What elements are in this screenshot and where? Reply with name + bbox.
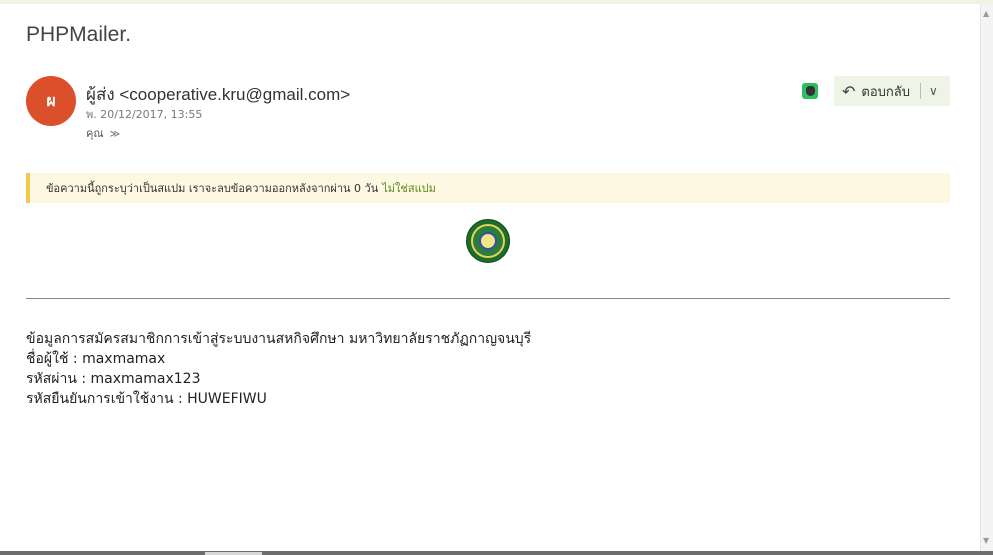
email-date: พ. 20/12/2017, 13:55 [86, 108, 203, 121]
body-line-heading: ข้อมูลการสมัครสมาชิกการเข้าสู่ระบบงานสหก… [26, 331, 532, 347]
university-logo [466, 219, 510, 263]
avatar-initial: ผ [46, 90, 56, 110]
top-strip [0, 0, 993, 4]
scroll-up-icon[interactable]: ▲ [983, 10, 989, 18]
body-line-verification: รหัสยืนยันการเข้าใช้งาน : HUWEFIWU [26, 391, 267, 407]
content-divider [26, 298, 950, 299]
email-subject: PHPMailer. [26, 23, 132, 46]
bottom-taskbar [0, 551, 993, 555]
body-line-username: ชื่อผู้ใช้ : maxmamax [26, 351, 166, 367]
expand-details-icon[interactable]: ≫ [110, 129, 120, 140]
chevron-down-icon[interactable]: ∨ [929, 84, 938, 98]
sender-avatar[interactable]: ผ [26, 76, 76, 126]
body-line-password: รหัสผ่าน : maxmamax123 [26, 371, 201, 387]
reply-button-label[interactable]: ตอบกลับ [861, 81, 910, 102]
recipient-label: คุณ [86, 127, 104, 140]
not-spam-link[interactable]: ไม่ใช่สแปม [382, 179, 436, 197]
spam-banner: ข้อความนี้ถูกระบุว่าเป็นสแปม เราจะลบข้อค… [26, 173, 950, 203]
reply-button-group[interactable]: ↶ ตอบกลับ ∨ [834, 76, 950, 106]
spam-notice: ข้อความนี้ถูกระบุว่าเป็นสแปม เราจะลบข้อค… [46, 182, 379, 195]
scroll-down-icon[interactable]: ▼ [983, 537, 989, 545]
sender-name[interactable]: ผู้ส่ง <cooperative.kru@gmail.com> [86, 81, 350, 108]
recipient-line[interactable]: คุณ ≫ [86, 124, 120, 142]
reply-icon[interactable]: ↶ [842, 82, 855, 101]
vertical-scrollbar[interactable]: ▲ ▼ [980, 4, 993, 551]
evernote-icon[interactable] [802, 83, 818, 99]
email-body: ข้อมูลการสมัครสมาชิกการเข้าสู่ระบบงานสหก… [26, 329, 531, 409]
reply-separator [920, 83, 921, 99]
